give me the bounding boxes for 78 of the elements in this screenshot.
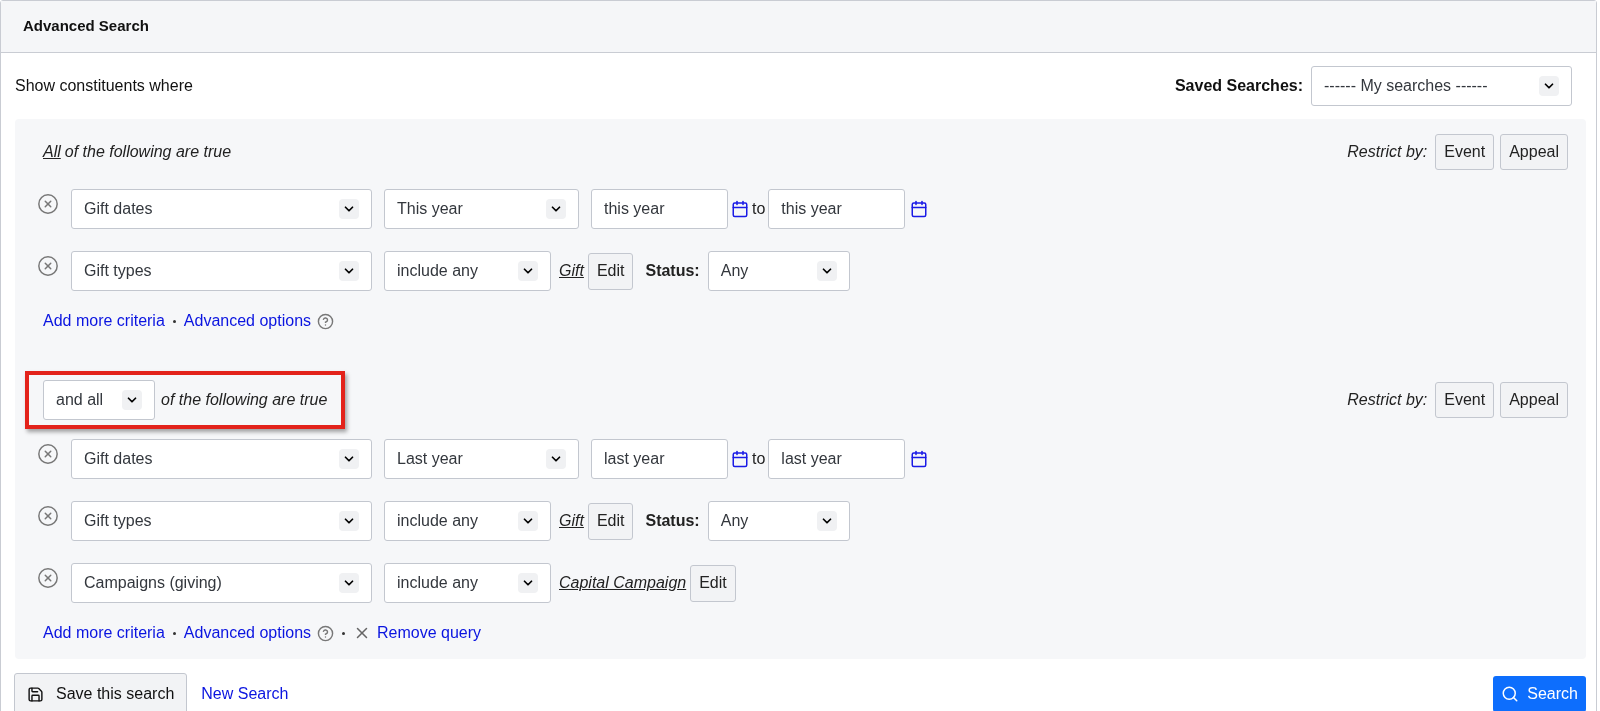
advanced-options-link[interactable]: Advanced options [183, 309, 312, 333]
remove-icon[interactable] [37, 443, 59, 465]
restrict-button[interactable]: Appeal [1500, 382, 1568, 418]
field-select[interactable]: Campaigns (giving) [71, 563, 372, 603]
add-criteria-link[interactable]: Add more criteria [43, 621, 165, 645]
dot-separator [172, 319, 176, 323]
restrict-button[interactable]: Appeal [1500, 134, 1568, 170]
chevron-icon [339, 449, 359, 469]
calendar-icon[interactable] [731, 450, 749, 468]
chevron-icon [1539, 76, 1559, 96]
remove-query-link[interactable]: Remove query [377, 621, 482, 645]
restrict-button[interactable]: Event [1435, 382, 1495, 418]
date-field[interactable]: last year [768, 439, 906, 479]
calendar-icon[interactable] [731, 200, 749, 218]
status-label: Status: [645, 511, 700, 531]
search-icon [1501, 685, 1520, 703]
new-search-link[interactable]: New Search [201, 682, 289, 706]
group-heading: of the following are true [161, 390, 328, 410]
chevron-icon [518, 511, 538, 531]
chevron-icon [518, 261, 538, 281]
dot-separator [172, 631, 176, 635]
remove-icon[interactable] [37, 505, 59, 527]
chevron-icon [546, 449, 566, 469]
restrict-label: Restrict by: [1347, 390, 1428, 410]
remove-icon[interactable] [37, 193, 59, 215]
date-field[interactable]: last year [591, 439, 728, 479]
search-button[interactable]: Search [1493, 676, 1586, 711]
remove-icon[interactable] [37, 255, 59, 277]
chevron-icon [339, 261, 359, 281]
edit-button[interactable]: Edit [587, 502, 634, 540]
status-select[interactable]: Any [707, 251, 850, 291]
chevron-icon [122, 390, 142, 410]
advanced-options-link[interactable]: Advanced options [183, 621, 312, 645]
chevron-icon [546, 199, 566, 219]
operator-select[interactable]: include any [384, 501, 551, 541]
operator-select[interactable]: Last year [384, 439, 579, 479]
field-select[interactable]: Gift types [71, 501, 372, 541]
combinator-select[interactable]: and all [43, 380, 155, 420]
value-link[interactable]: Gift [559, 259, 584, 283]
group-heading: of the following are true [64, 142, 232, 162]
value-link[interactable]: Capital Campaign [559, 571, 687, 595]
date-field[interactable]: this year [591, 189, 728, 229]
panel-title: Advanced Search [23, 16, 149, 37]
saved-searches-select[interactable]: ------ My searches ------ [1311, 66, 1572, 106]
help-icon[interactable] [317, 624, 335, 642]
operator-select[interactable]: This year [384, 189, 579, 229]
save-search-button[interactable]: Save this search [14, 673, 188, 711]
operator-select[interactable]: include any [384, 251, 551, 291]
field-select[interactable]: Gift dates [71, 189, 372, 229]
to-label: to [752, 199, 766, 219]
chevron-icon [339, 199, 359, 219]
all-link[interactable]: All [43, 140, 61, 164]
saved-searches-label: Saved Searches: [1174, 76, 1303, 96]
intro-text: Show constituents where [15, 76, 193, 96]
edit-button[interactable]: Edit [690, 564, 736, 602]
calendar-icon[interactable] [910, 450, 929, 468]
calendar-icon[interactable] [910, 200, 929, 218]
floppy-icon [27, 685, 44, 703]
field-select[interactable]: Gift types [71, 251, 372, 291]
date-field[interactable]: this year [768, 189, 906, 229]
edit-button[interactable]: Edit [587, 252, 634, 290]
restrict-label: Restrict by: [1347, 142, 1428, 162]
restrict-button[interactable]: Event [1435, 134, 1495, 170]
status-select[interactable]: Any [707, 501, 850, 541]
chevron-icon [816, 261, 837, 281]
value-link[interactable]: Gift [559, 509, 584, 533]
help-icon[interactable] [317, 312, 335, 330]
field-select[interactable]: Gift dates [71, 439, 372, 479]
chevron-icon [518, 573, 538, 593]
dot-separator [342, 631, 346, 635]
operator-select[interactable]: include any [384, 563, 551, 603]
status-label: Status: [645, 261, 700, 281]
chevron-icon [816, 511, 837, 531]
to-label: to [752, 449, 766, 469]
chevron-icon [339, 511, 359, 531]
add-criteria-link[interactable]: Add more criteria [43, 309, 165, 333]
chevron-icon [339, 573, 359, 593]
remove-icon[interactable] [37, 567, 59, 589]
